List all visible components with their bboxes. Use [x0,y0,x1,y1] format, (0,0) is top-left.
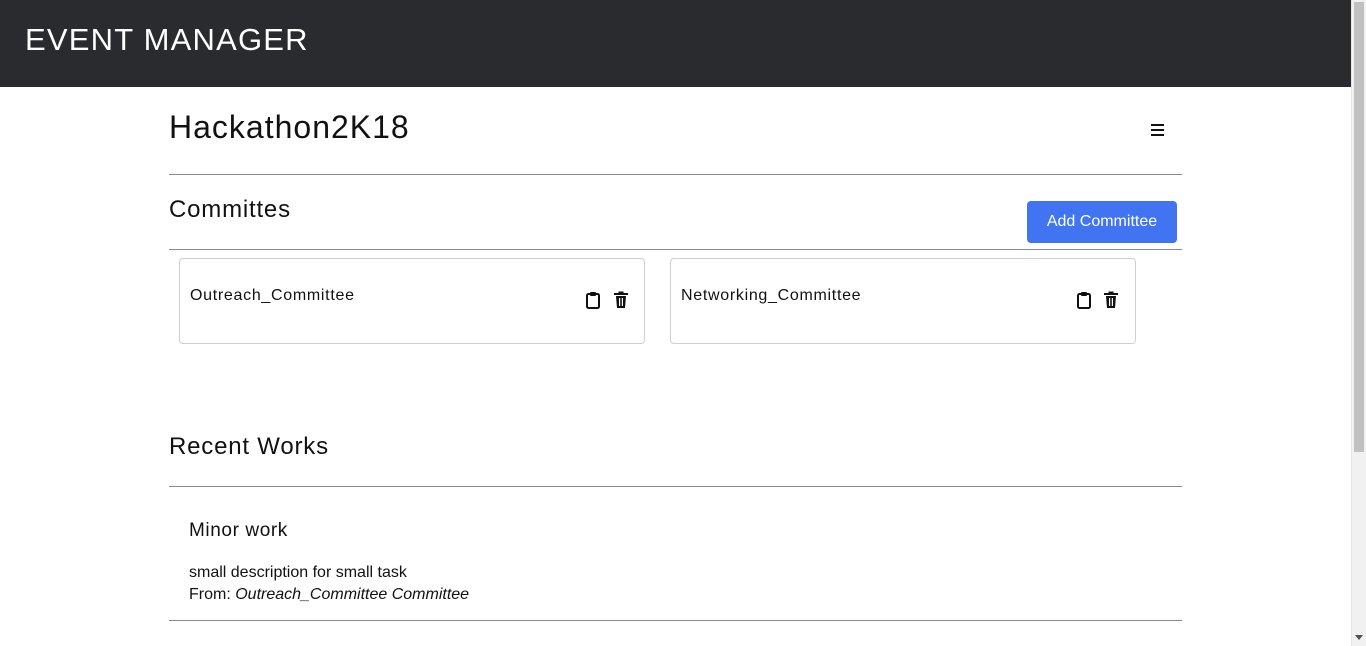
menu-button[interactable] [1149,121,1167,139]
work-description: small description for small task [189,564,407,581]
trash-icon[interactable] [1103,291,1119,309]
scroll-down-arrow-icon[interactable] [1355,635,1363,640]
committee-name[interactable]: Outreach_Committee [190,286,355,306]
top-navbar: EVENT MANAGER [0,0,1351,87]
event-title: Hackathon2K18 [169,109,410,145]
trash-icon[interactable] [613,291,629,309]
brand-title[interactable]: EVENT MANAGER [25,22,309,58]
divider [169,249,1182,250]
add-committee-button[interactable]: Add Committee [1027,201,1177,243]
committee-card: Outreach_Committee [179,258,645,344]
work-from: From: Outreach_Committee Committee [189,585,469,604]
hamburger-icon-bar [1151,134,1164,136]
committees-heading: Committes [169,196,291,223]
divider [169,174,1182,175]
committee-name[interactable]: Networking_Committee [681,286,861,306]
page-scrollbar[interactable] [1351,0,1366,646]
divider [169,486,1182,487]
clipboard-icon[interactable] [585,291,601,309]
hamburger-icon [1151,124,1164,126]
clipboard-icon[interactable] [1076,291,1092,309]
scrollbar-thumb[interactable] [1354,2,1364,452]
work-from-label: From: [189,586,236,603]
hamburger-icon-bar [1151,129,1164,131]
recent-works-heading: Recent Works [169,433,329,460]
divider [169,620,1182,621]
work-from-committee: Outreach_Committee Committee [235,586,470,603]
work-title: Minor work [189,520,288,541]
committee-card: Networking_Committee [670,258,1136,344]
